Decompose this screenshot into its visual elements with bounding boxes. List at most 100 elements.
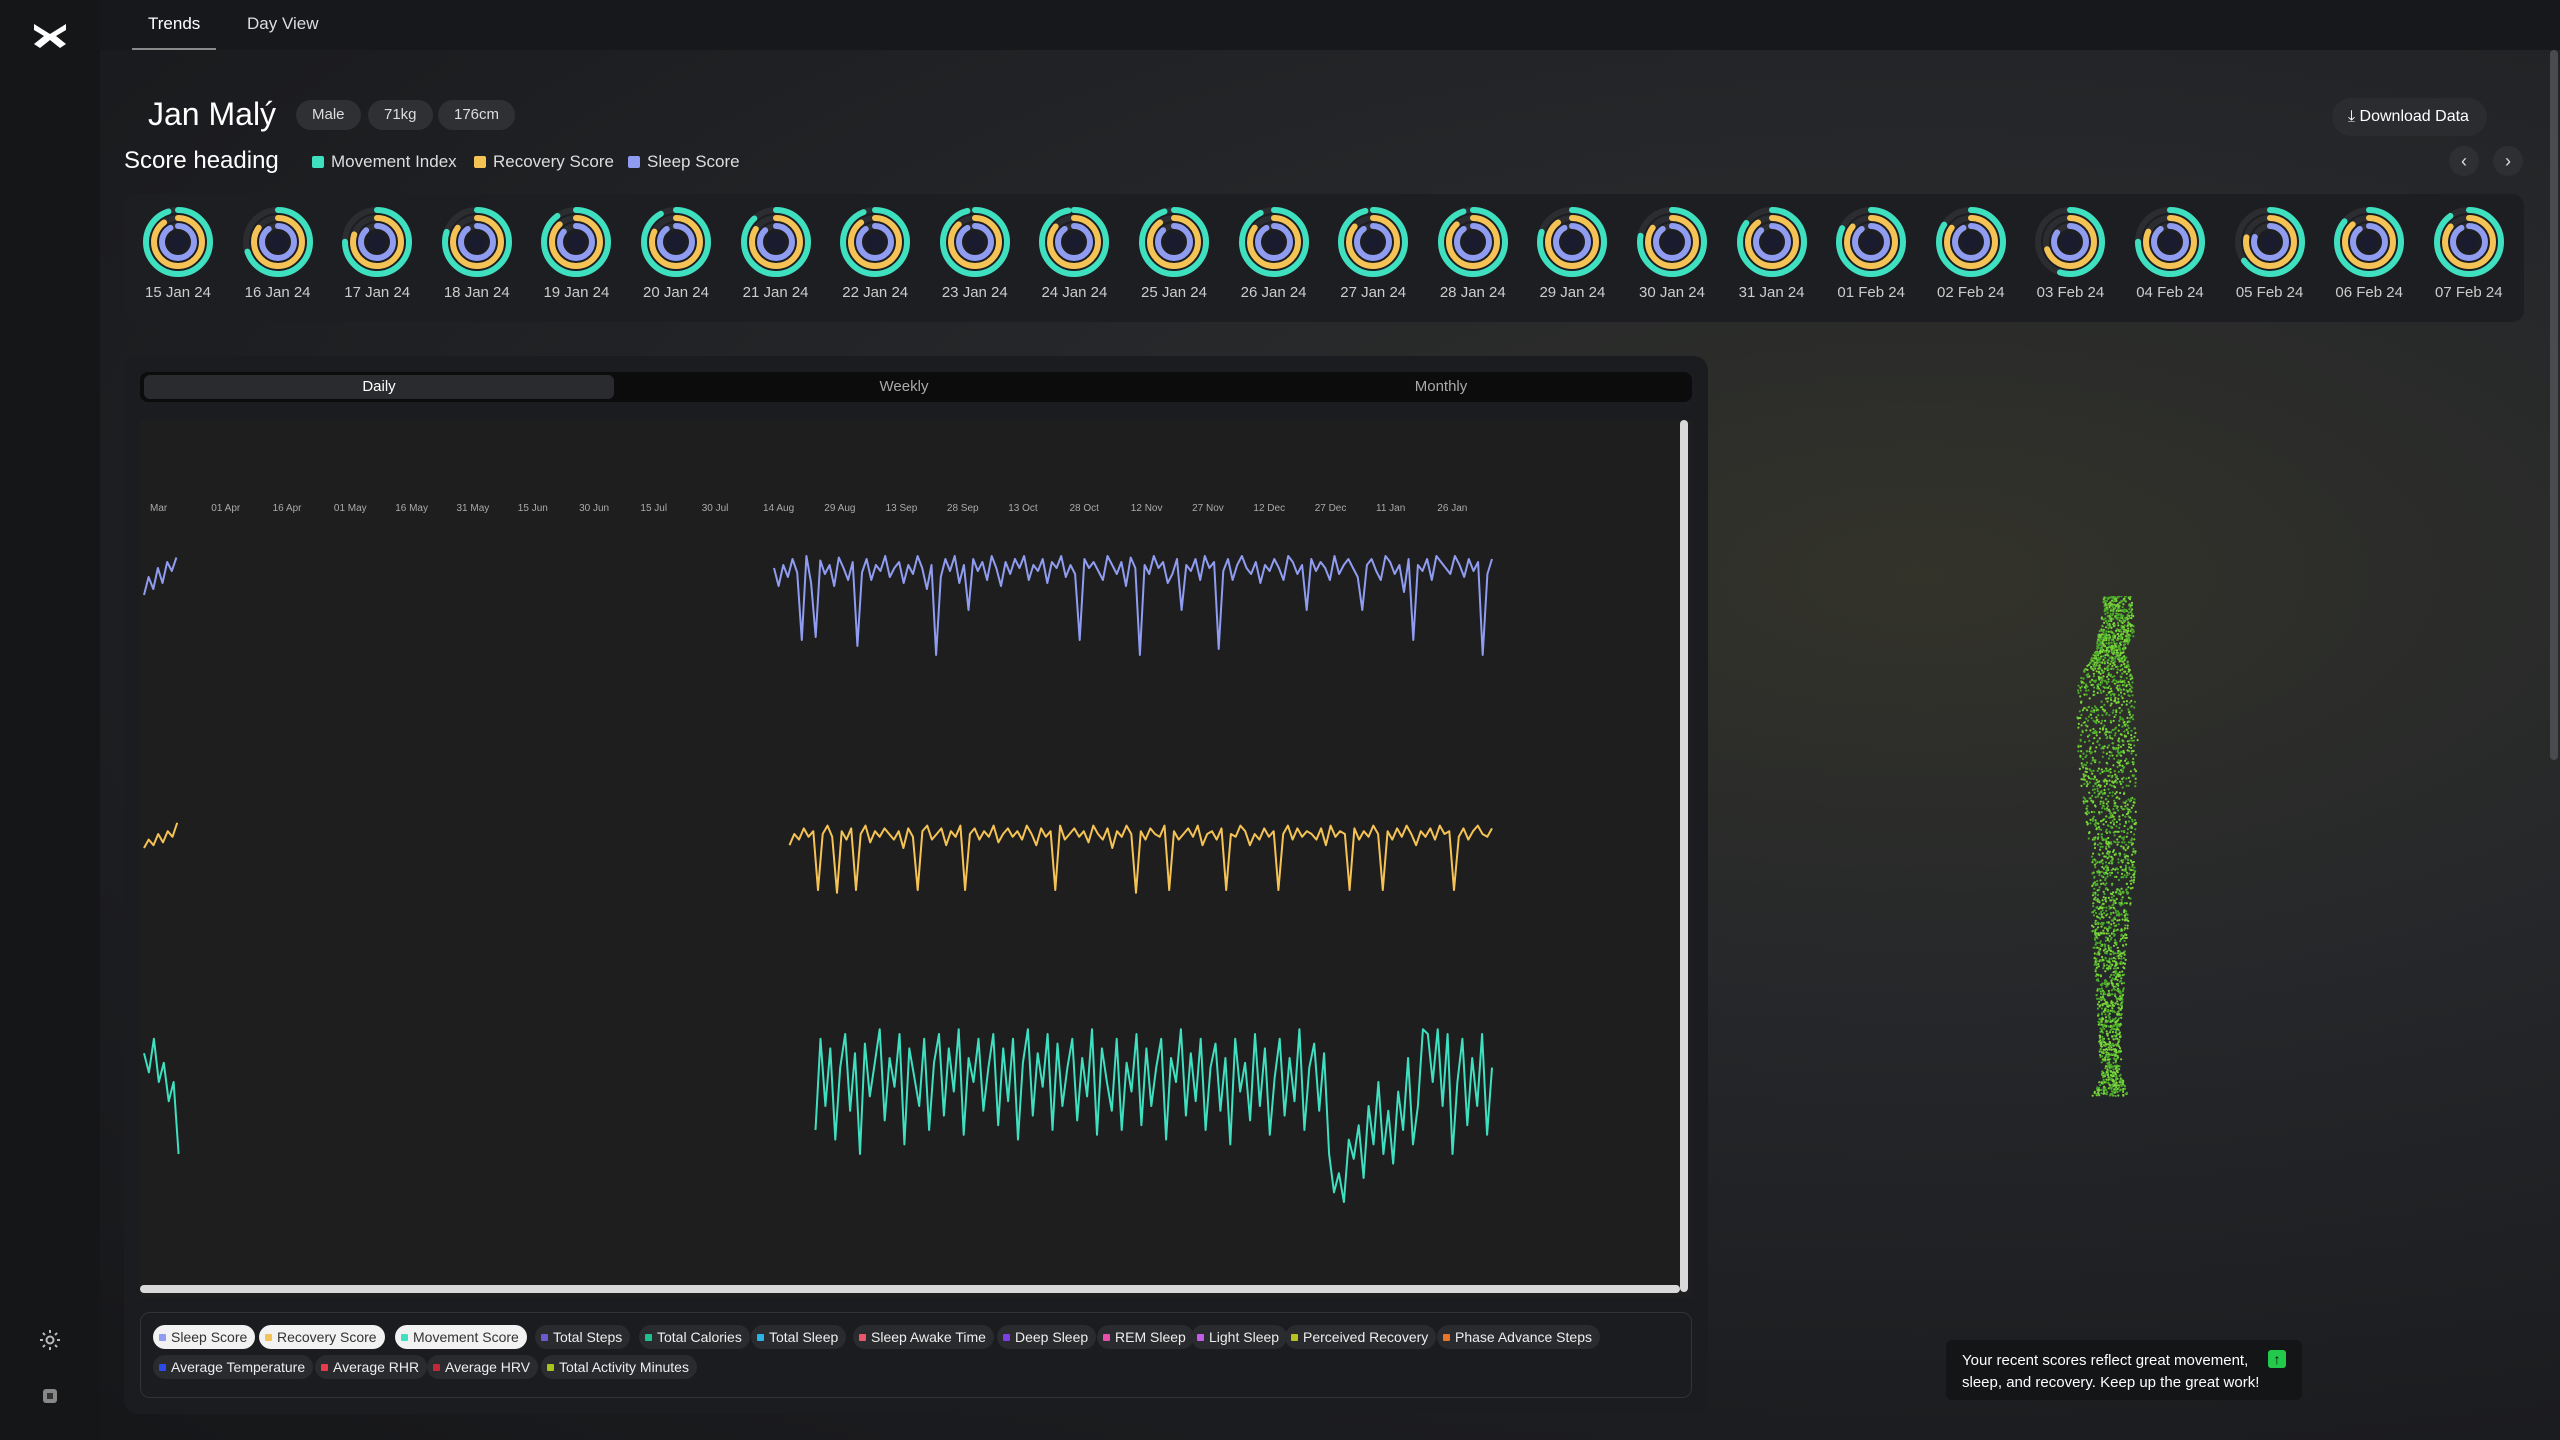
metric-label: Total Calories xyxy=(657,1329,742,1345)
metric-toggle[interactable]: Average RHR xyxy=(315,1355,428,1379)
tab-day-view[interactable]: Day View xyxy=(231,0,335,50)
page-scrollbar[interactable] xyxy=(2550,50,2558,760)
prev-page-button[interactable]: ‹ xyxy=(2449,146,2479,176)
chart-vertical-scrollbar[interactable] xyxy=(1680,420,1688,1292)
metric-toggle[interactable]: Sleep Score xyxy=(153,1325,256,1349)
score-ring-icon xyxy=(1437,207,1508,277)
metric-label: Sleep Awake Time xyxy=(871,1329,986,1345)
legend-label: Recovery Score xyxy=(493,152,614,171)
ring-date-label: 17 Jan 24 xyxy=(344,284,411,301)
score-ring-day[interactable]: 24 Jan 24 xyxy=(1024,206,1124,301)
score-ring-day[interactable]: 03 Feb 24 xyxy=(2020,206,2120,301)
score-ring-icon xyxy=(1935,207,2006,277)
score-ring-day[interactable]: 27 Jan 24 xyxy=(1323,206,1423,301)
x-tick-label: 30 Jul xyxy=(702,503,729,514)
score-ring-icon xyxy=(1637,207,1707,277)
score-ring-icon xyxy=(1039,207,1110,277)
download-label: Download Data xyxy=(2359,108,2469,125)
metric-color-dot xyxy=(159,1333,166,1341)
score-ring-day[interactable]: 15 Jan 24 xyxy=(128,206,228,301)
legend-sleep: Sleep Score xyxy=(628,152,740,172)
legend-swatch xyxy=(312,156,324,168)
tab-trends[interactable]: Trends xyxy=(132,0,217,50)
tab-monthly[interactable]: Monthly xyxy=(1194,375,1688,399)
x-tick-label: 13 Oct xyxy=(1008,503,1038,514)
score-ring-day[interactable]: 18 Jan 24 xyxy=(427,206,527,301)
metric-toggle[interactable]: Total Steps xyxy=(535,1325,631,1349)
metric-color-dot xyxy=(1291,1333,1298,1341)
series-line-1 xyxy=(143,822,1493,894)
metric-toggle[interactable]: Movement Score xyxy=(395,1325,527,1349)
score-ring-day[interactable]: 04 Feb 24 xyxy=(2120,206,2220,301)
metric-toggle[interactable]: Average Temperature xyxy=(153,1355,314,1379)
score-ring-icon xyxy=(840,207,911,277)
score-ring-day[interactable]: 07 Feb 24 xyxy=(2419,206,2519,301)
score-ring-day[interactable]: 31 Jan 24 xyxy=(1722,206,1822,301)
tab-daily[interactable]: Daily xyxy=(144,375,614,399)
score-ring-icon xyxy=(441,207,512,277)
score-ring-day[interactable]: 30 Jan 24 xyxy=(1622,206,1722,301)
app-logo-icon[interactable] xyxy=(32,20,68,50)
tab-weekly[interactable]: Weekly xyxy=(614,375,1194,399)
metric-toggle[interactable]: Recovery Score xyxy=(259,1325,385,1349)
score-ring-day[interactable]: 28 Jan 24 xyxy=(1423,206,1523,301)
metric-toggle[interactable]: Phase Advance Steps xyxy=(1437,1325,1600,1349)
score-ring-day[interactable]: 06 Feb 24 xyxy=(2319,206,2419,301)
score-ring-icon xyxy=(1836,207,1907,277)
score-ring-day[interactable]: 20 Jan 24 xyxy=(626,206,726,301)
x-tick-label: 27 Nov xyxy=(1192,503,1224,514)
score-ring-day[interactable]: 29 Jan 24 xyxy=(1522,206,1622,301)
score-ring-day[interactable]: 02 Feb 24 xyxy=(1921,206,2021,301)
score-heading: Score heading xyxy=(124,147,279,174)
ring-date-label: 04 Feb 24 xyxy=(2136,284,2204,301)
score-ring-day[interactable]: 16 Jan 24 xyxy=(228,206,328,301)
score-ring-day[interactable]: 01 Feb 24 xyxy=(1821,206,1921,301)
metric-color-dot xyxy=(433,1363,440,1371)
metric-toggle[interactable]: Sleep Awake Time xyxy=(853,1325,994,1349)
gear-icon[interactable] xyxy=(38,1328,62,1352)
score-ring-day[interactable]: 17 Jan 24 xyxy=(327,206,427,301)
metric-label: Sleep Score xyxy=(171,1329,248,1345)
metric-toggle[interactable]: Total Sleep xyxy=(751,1325,847,1349)
ring-date-label: 15 Jan 24 xyxy=(145,284,211,301)
user-name: Jan Malý xyxy=(148,96,277,132)
x-tick-label: 15 Jun xyxy=(518,503,548,514)
score-ring-icon xyxy=(1238,207,1309,277)
gender-chip: Male xyxy=(296,100,361,130)
metric-toggle[interactable]: Total Activity Minutes xyxy=(541,1355,697,1379)
chart-area[interactable]: Mar 01 Apr 16 Apr 01 May 16 May 31 May 15 Jun 3… xyxy=(140,420,1692,1298)
metric-toggle[interactable]: Deep Sleep xyxy=(997,1325,1097,1349)
score-ring-day[interactable]: 25 Jan 24 xyxy=(1124,206,1224,301)
score-ring-day[interactable]: 26 Jan 24 xyxy=(1224,206,1324,301)
metric-toggle[interactable]: REM Sleep xyxy=(1097,1325,1194,1349)
logout-icon[interactable] xyxy=(38,1384,62,1408)
score-ring-day[interactable]: 22 Jan 24 xyxy=(825,206,925,301)
metric-toggle[interactable]: Average HRV xyxy=(427,1355,539,1379)
chevron-left-icon: ‹ xyxy=(2461,151,2467,171)
metric-color-dot xyxy=(757,1333,764,1341)
score-ring-day[interactable]: 19 Jan 24 xyxy=(526,206,626,301)
trend-chart: Mar 01 Apr 16 Apr 01 May 16 May 31 May 15 Jun 3… xyxy=(143,503,1493,1203)
x-tick-label: 28 Oct xyxy=(1070,503,1100,514)
download-data-button[interactable]: ⤓ Download Data xyxy=(2332,98,2487,136)
x-tick-label: 16 Apr xyxy=(273,503,303,514)
metric-toggle[interactable]: Total Calories xyxy=(639,1325,750,1349)
metric-color-dot xyxy=(547,1363,554,1371)
score-ring-icon xyxy=(1537,207,1608,277)
metric-label: Average RHR xyxy=(333,1359,420,1375)
ring-date-label: 05 Feb 24 xyxy=(2235,284,2304,301)
score-ring-icon xyxy=(1736,207,1807,277)
x-tick-label: 27 Dec xyxy=(1315,503,1347,514)
score-ring-day[interactable]: 21 Jan 24 xyxy=(726,206,826,301)
metric-color-dot xyxy=(1443,1333,1450,1341)
period-tabs: Daily Weekly Monthly xyxy=(140,372,1692,402)
top-tab-bar: Trends Day View xyxy=(100,0,2560,50)
metric-toggle[interactable]: Light Sleep xyxy=(1191,1325,1288,1349)
score-ring-day[interactable]: 05 Feb 24 xyxy=(2220,206,2320,301)
metric-toggle[interactable]: Perceived Recovery xyxy=(1285,1325,1437,1349)
metric-color-dot xyxy=(1003,1333,1010,1341)
metric-color-dot xyxy=(1103,1333,1110,1341)
score-ring-day[interactable]: 23 Jan 24 xyxy=(925,206,1025,301)
chart-horizontal-scrollbar[interactable] xyxy=(140,1285,1680,1293)
next-page-button[interactable]: › xyxy=(2493,146,2523,176)
